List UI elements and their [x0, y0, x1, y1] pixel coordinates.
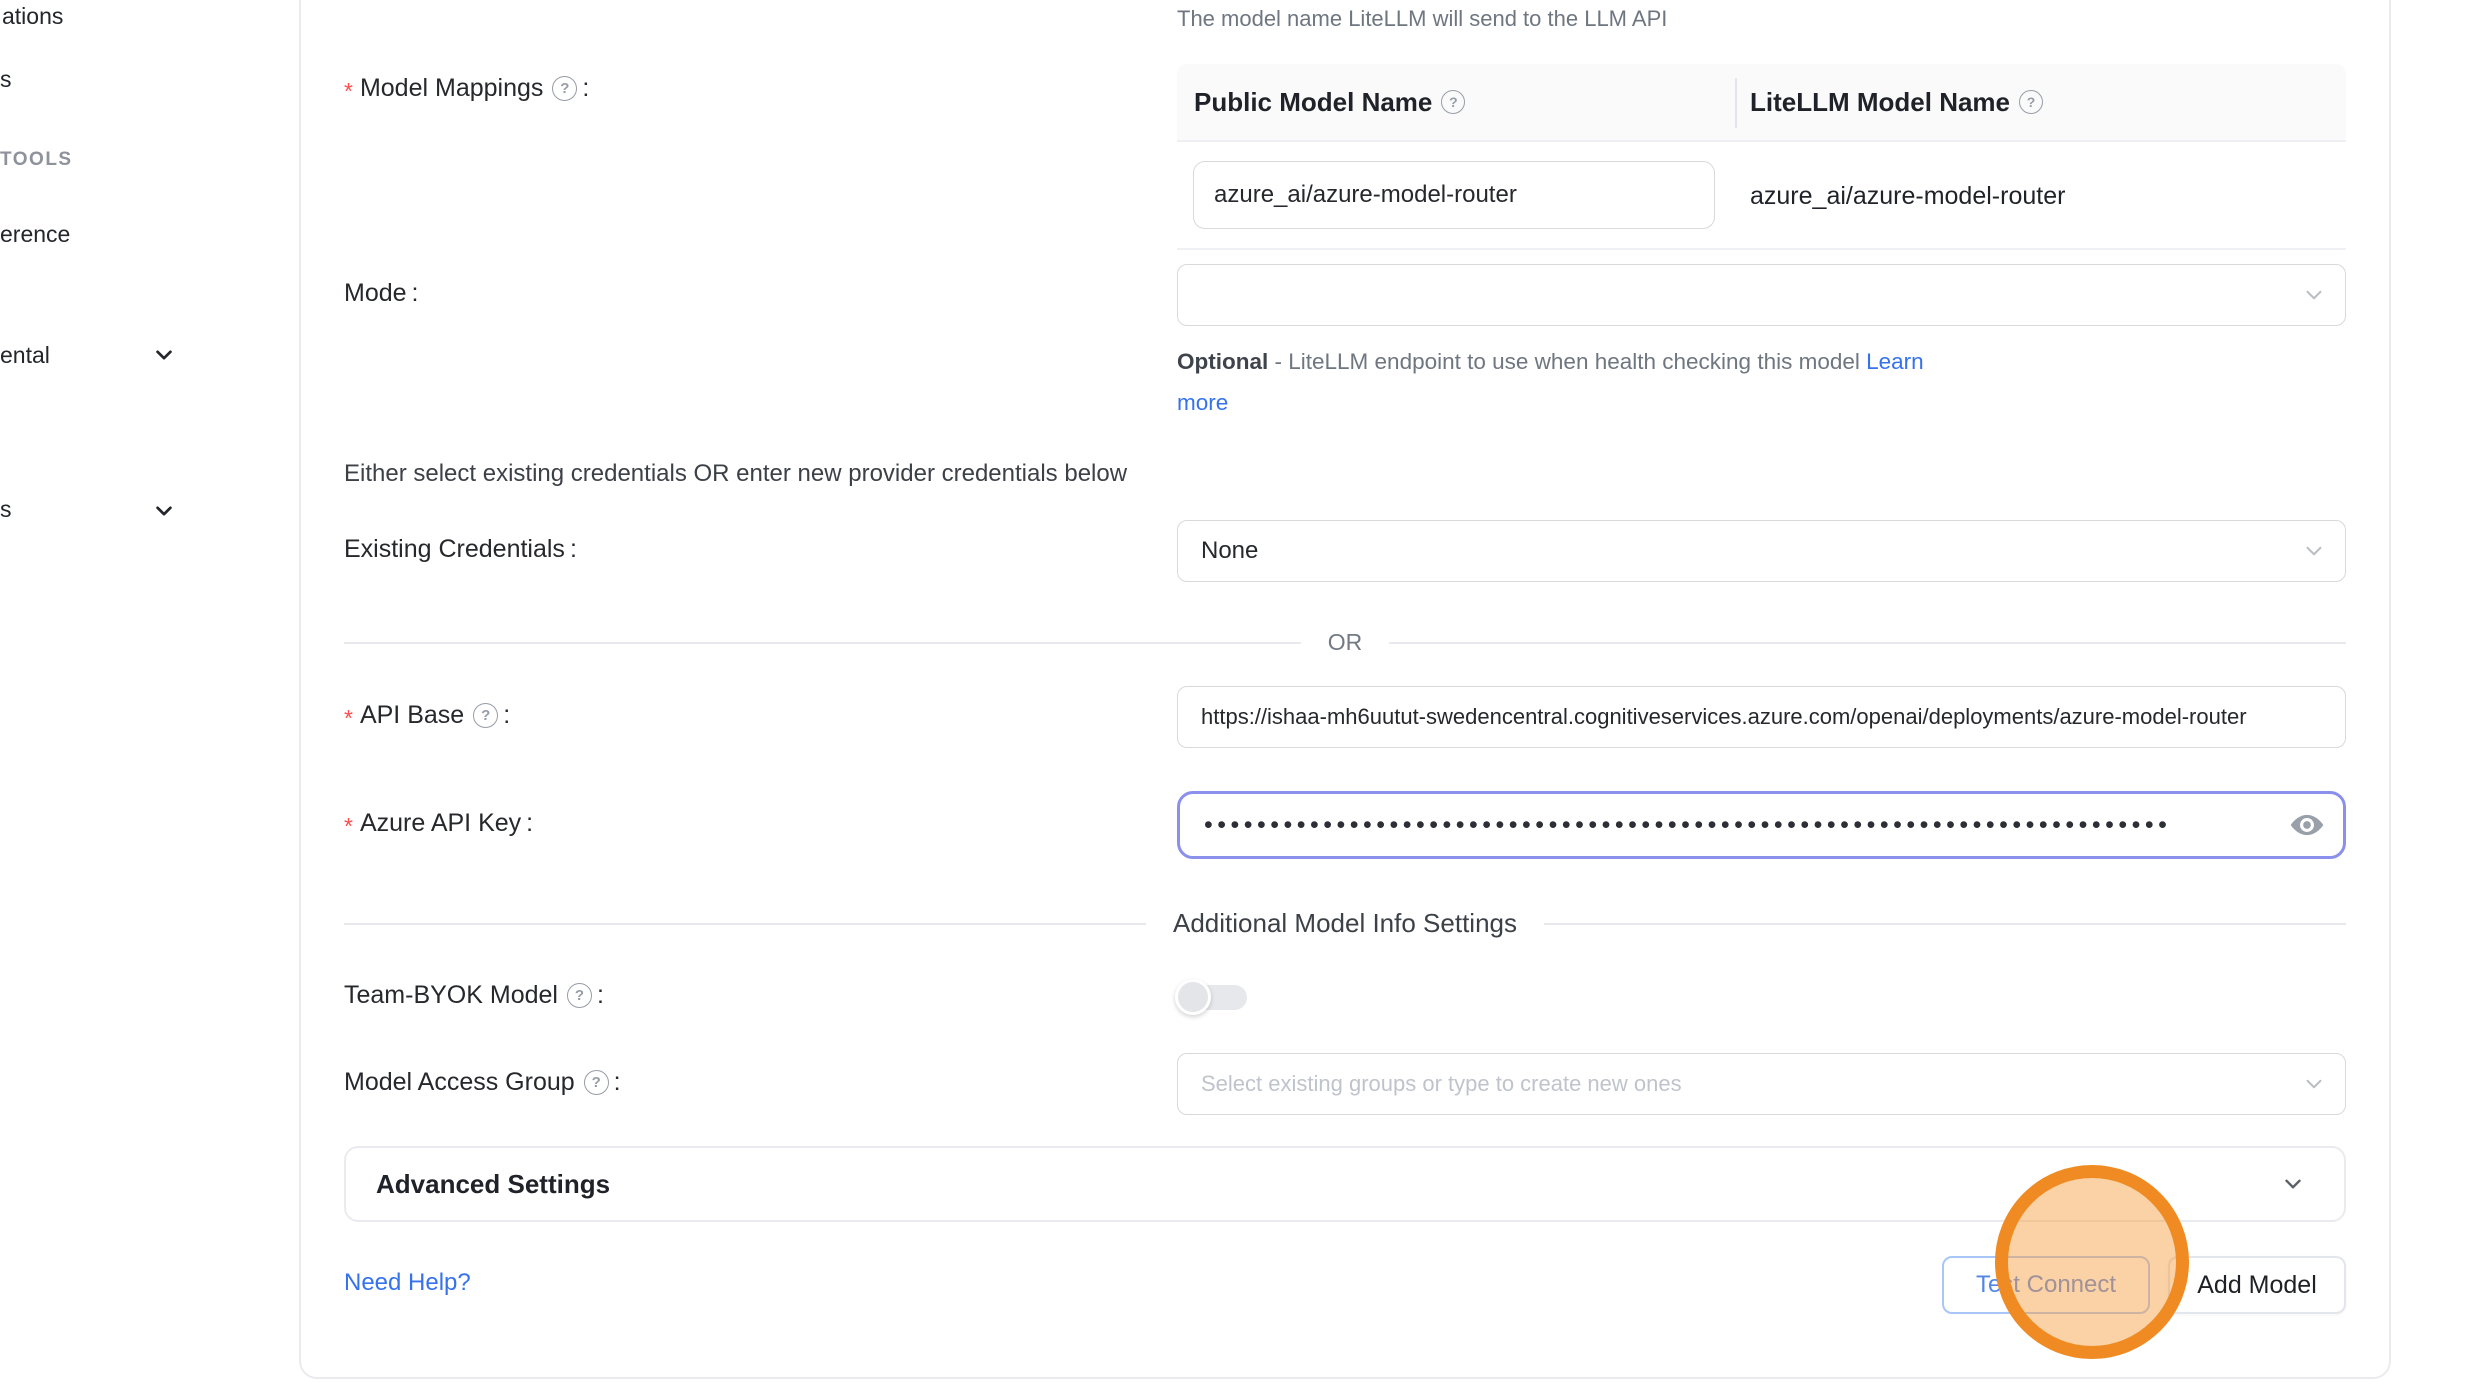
column-header-public-model-name: Public Model Name ?	[1177, 87, 1465, 118]
chevron-down-icon	[2301, 282, 2327, 308]
learn-more-link[interactable]: Learn	[1866, 349, 1924, 374]
existing-credentials-select[interactable]: None	[1177, 520, 2346, 582]
chevron-down-icon	[2301, 538, 2327, 564]
azure-api-key-input[interactable]: ••••••••••••••••••••••••••••••••••••••••…	[1177, 791, 2346, 859]
additional-info-divider: Additional Model Info Settings	[344, 908, 2346, 939]
model-access-group-select[interactable]: Select existing groups or type to create…	[1177, 1053, 2346, 1115]
model-access-group-label: Model Access Group ? :	[344, 1068, 621, 1097]
model-name-hint: The model name LiteLLM will send to the …	[1177, 6, 1667, 32]
chevron-down-icon[interactable]	[153, 500, 175, 522]
credentials-heading: Either select existing credentials OR en…	[344, 460, 1127, 488]
sidebar-section-tools: TOOLS	[0, 149, 73, 171]
advanced-settings-panel[interactable]: Advanced Settings	[344, 1146, 2346, 1222]
learn-more-link[interactable]: more	[1177, 390, 1228, 415]
api-base-label: * API Base ? :	[344, 701, 510, 730]
required-marker: *	[344, 705, 353, 732]
sidebar-item-api-reference[interactable]: erence	[0, 221, 70, 248]
question-circle-icon[interactable]: ?	[552, 76, 577, 101]
advanced-settings-title: Advanced Settings	[346, 1169, 610, 1200]
public-model-name-input[interactable]	[1193, 161, 1715, 229]
sidebar-item-experimental[interactable]: ental	[0, 342, 50, 369]
header-divider	[1735, 78, 1737, 128]
question-circle-icon[interactable]: ?	[567, 983, 592, 1008]
question-circle-icon[interactable]: ?	[473, 703, 498, 728]
test-connect-button[interactable]: Test Connect	[1942, 1256, 2150, 1314]
mode-select[interactable]	[1177, 264, 2346, 326]
model-mappings-label: * Model Mappings ? :	[344, 74, 589, 103]
column-header-litellm-model-name: LiteLLM Model Name ?	[1750, 87, 2043, 118]
masked-api-key: ••••••••••••••••••••••••••••••••••••••••…	[1180, 811, 2171, 840]
chevron-down-icon[interactable]	[2280, 1171, 2306, 1197]
table-header-row: Public Model Name ? LiteLLM Model Name ?	[1177, 64, 2346, 142]
select-placeholder: Select existing groups or type to create…	[1178, 1071, 1682, 1097]
toggle-knob	[1175, 979, 1211, 1015]
mode-help-text: Optional - LiteLLM endpoint to use when …	[1177, 341, 2007, 423]
existing-credentials-label: Existing Credentials:	[344, 535, 577, 564]
question-circle-icon[interactable]: ?	[2019, 90, 2043, 114]
sidebar-item[interactable]: s	[0, 66, 12, 93]
sidebar-item-organizations[interactable]: ations	[2, 3, 63, 30]
need-help-link[interactable]: Need Help?	[344, 1269, 471, 1297]
or-divider: OR	[344, 629, 2346, 656]
question-circle-icon[interactable]: ?	[584, 1070, 609, 1095]
chevron-down-icon	[2301, 1071, 2327, 1097]
team-byok-label: Team-BYOK Model ? :	[344, 981, 604, 1010]
table-row: azure_ai/azure-model-router	[1177, 142, 2346, 250]
azure-api-key-label: * Azure API Key :	[344, 809, 533, 838]
team-byok-toggle[interactable]	[1183, 985, 1247, 1010]
add-model-button[interactable]: Add Model	[2168, 1256, 2346, 1314]
api-base-input[interactable]	[1177, 686, 2346, 748]
required-marker: *	[344, 813, 353, 840]
required-marker: *	[344, 78, 353, 105]
chevron-down-icon[interactable]	[153, 344, 175, 366]
litellm-model-name-value: azure_ai/azure-model-router	[1750, 142, 2065, 250]
question-circle-icon[interactable]: ?	[1441, 90, 1465, 114]
model-mappings-table: Public Model Name ? LiteLLM Model Name ?…	[1177, 64, 2346, 250]
eye-icon[interactable]	[2289, 811, 2325, 839]
sidebar-item-settings[interactable]: s	[0, 496, 12, 523]
mode-label: Mode:	[344, 279, 419, 308]
